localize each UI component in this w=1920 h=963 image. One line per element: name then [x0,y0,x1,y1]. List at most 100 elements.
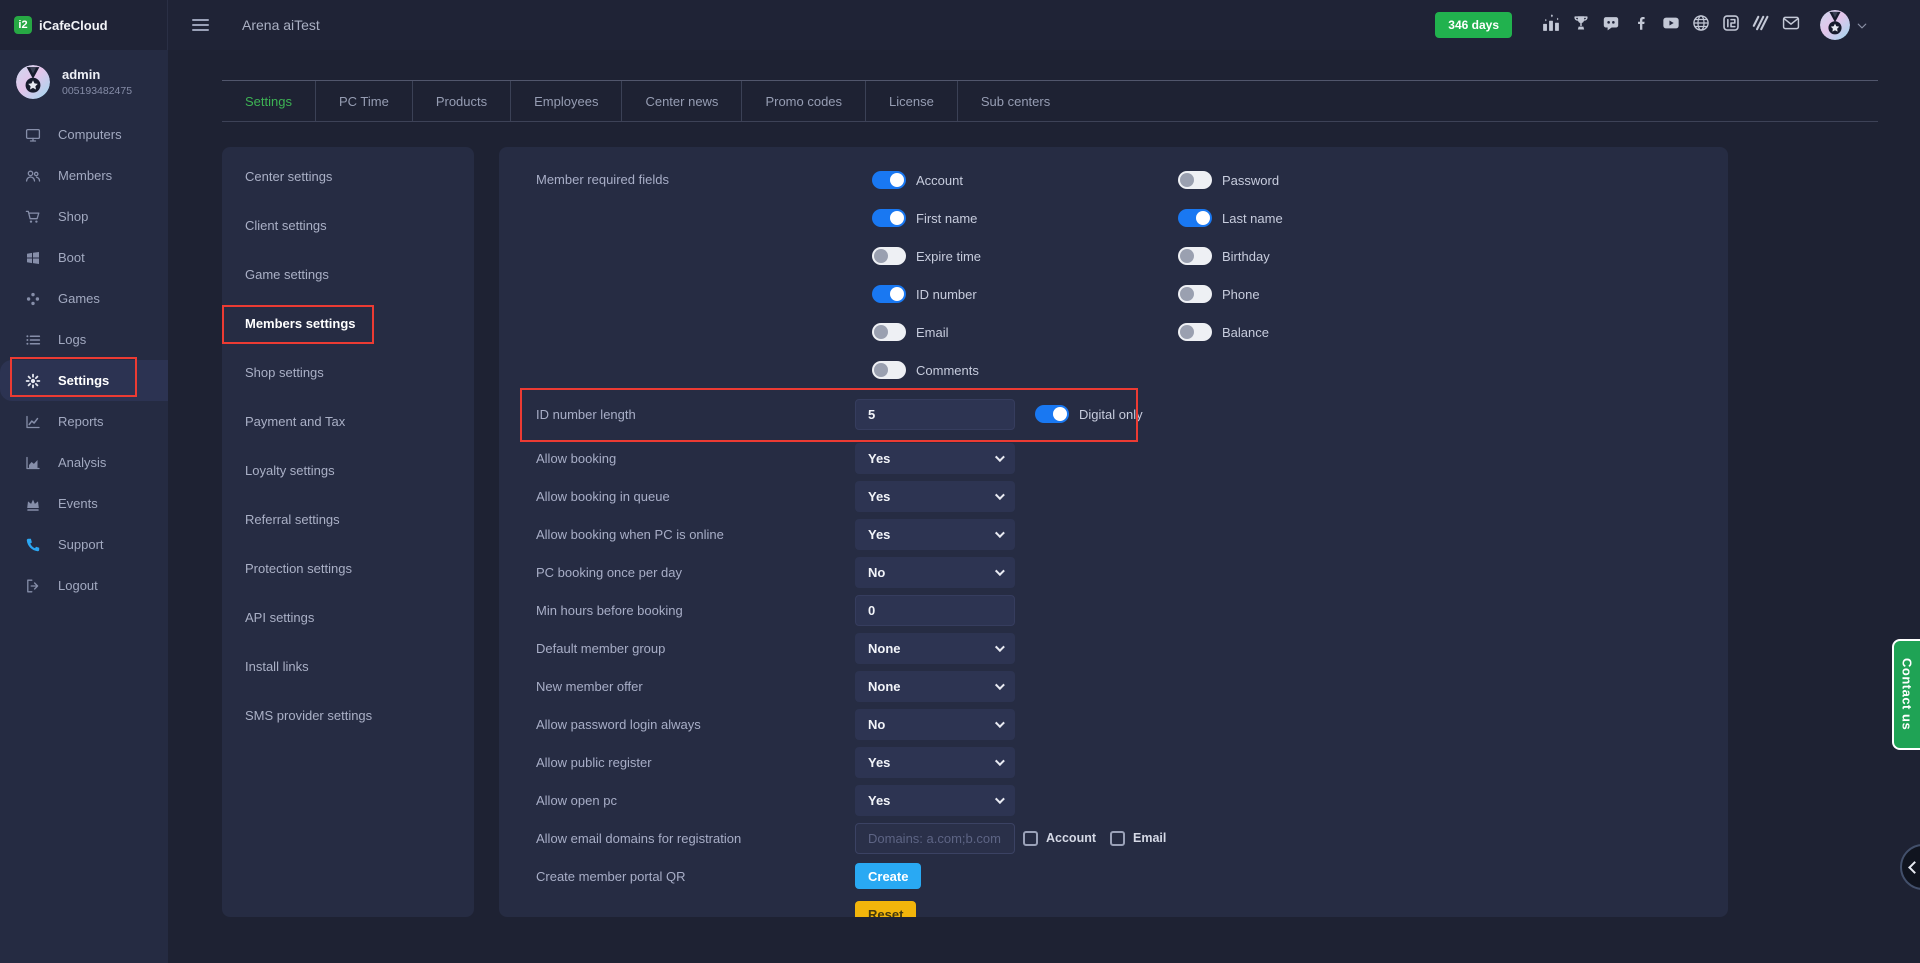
allow-booking-select[interactable]: Yes [855,443,1015,474]
tab-sub-centers[interactable]: Sub centers [957,81,1073,121]
hamburger-menu-icon[interactable] [192,16,209,34]
discord-icon[interactable] [1602,14,1620,32]
allow-password-login-always-select[interactable]: No [855,709,1015,740]
id-number-toggle[interactable] [872,285,906,303]
account-checkbox[interactable] [1023,831,1038,846]
sidebar-item-computers[interactable]: Computers [0,114,168,155]
form-row-create-member-portal-qr: Create member portal QRCreate [536,857,1728,895]
phone-toggle[interactable] [1178,285,1212,303]
sidebar-item-members[interactable]: Members [0,155,168,196]
sidebar-item-events[interactable]: Events [0,483,168,524]
settings-menu-item-sms-provider-settings[interactable]: SMS provider settings [222,691,474,740]
sidebar-item-settings[interactable]: Settings [0,360,168,401]
settings-menu-item-api-settings[interactable]: API settings [222,593,474,642]
expire-time-toggle[interactable] [872,247,906,265]
allow-email-domains-for-registration-input[interactable] [855,823,1015,854]
sidebar-item-label: Analysis [58,455,106,470]
mail-icon[interactable] [1782,14,1800,32]
sidebar-item-logs[interactable]: Logs [0,319,168,360]
youtube-icon[interactable] [1662,14,1680,32]
contact-us-label: Contact us [1900,658,1915,730]
tab-promo-codes[interactable]: Promo codes [741,81,865,121]
line-chart-icon [25,414,41,430]
min-hours-before-booking-input[interactable] [855,595,1015,626]
form-row-allow-email-domains-for-registration: Allow email domains for registration Acc… [536,819,1728,857]
allow-booking-in-queue-select[interactable]: Yes [855,481,1015,512]
allow-booking-when-pc-is-online-select[interactable]: Yes [855,519,1015,550]
form-row-allow-booking: Allow booking Yes [536,439,1728,477]
allow-public-register-select[interactable]: Yes [855,747,1015,778]
checkbox-label: Email [1133,831,1166,845]
balance-toggle[interactable] [1178,323,1212,341]
sidebar-item-boot[interactable]: Boot [0,237,168,278]
settings-menu-item-client-settings[interactable]: Client settings [222,201,474,250]
account-toggle[interactable] [872,171,906,189]
facebook-icon[interactable] [1632,14,1650,32]
collection-icon[interactable] [1752,14,1770,32]
allow-open-pc-select[interactable]: Yes [855,785,1015,816]
settings-menu-item-center-settings[interactable]: Center settings [222,152,474,201]
toggle-label: Expire time [916,249,981,264]
tab-pc-time[interactable]: PC Time [315,81,412,121]
comments-toggle[interactable] [872,361,906,379]
tab-products[interactable]: Products [412,81,510,121]
settings-menu-item-loyalty-settings[interactable]: Loyalty settings [222,446,474,495]
form-row-allow-open-pc: Allow open pc Yes [536,781,1728,819]
trophy-icon[interactable] [1572,14,1590,32]
settings-menu-item-protection-settings[interactable]: Protection settings [222,544,474,593]
sidebar-item-games[interactable]: Games [0,278,168,319]
create-button[interactable]: Create [855,863,921,889]
default-member-group-select[interactable]: None [855,633,1015,664]
logo[interactable]: i2 iCafeCloud [0,0,168,50]
settings-menu-item-install-links[interactable]: Install links [222,642,474,691]
pc-booking-once-per-day-select[interactable]: No [855,557,1015,588]
row-label: Default member group [536,641,855,656]
form-row-allow-booking-when-pc-is-online: Allow booking when PC is online Yes [536,515,1728,553]
cart-icon [25,209,41,225]
settings-menu-item-game-settings[interactable]: Game settings [222,250,474,299]
settings-menu-item-shop-settings[interactable]: Shop settings [222,348,474,397]
last-name-toggle[interactable] [1178,209,1212,227]
digital-only-toggle[interactable] [1035,405,1069,423]
sidebar-item-support[interactable]: Support [0,524,168,565]
topbar: i2 iCafeCloud Arena aiTest 346 days [0,0,1920,50]
sidebar-item-reports[interactable]: Reports [0,401,168,442]
icafecloud-logo-icon: i2 [14,16,32,34]
sidebar-item-label: Events [58,496,98,511]
birthday-toggle[interactable] [1178,247,1212,265]
tab-employees[interactable]: Employees [510,81,621,121]
sidebar-item-analysis[interactable]: Analysis [0,442,168,483]
chevron-down-icon [995,566,1005,576]
globe-icon[interactable] [1692,14,1710,32]
email-toggle[interactable] [872,323,906,341]
sidebar-item-shop[interactable]: Shop [0,196,168,237]
settings-tabstrip: SettingsPC TimeProductsEmployeesCenter n… [222,80,1878,122]
chevron-down-icon[interactable] [1856,19,1868,31]
new-member-offer-select[interactable]: None [855,671,1015,702]
tab-license[interactable]: License [865,81,957,121]
settings-menu-item-referral-settings[interactable]: Referral settings [222,495,474,544]
id-number-length-input[interactable] [855,399,1015,430]
email-checkbox[interactable] [1110,831,1125,846]
user-profile[interactable]: admin 005193482475 [0,50,168,114]
tab-center-news[interactable]: Center news [621,81,741,121]
sidebar-item-label: Computers [58,127,122,142]
reset-button[interactable]: Reset [855,901,916,917]
chevron-down-icon [995,680,1005,690]
first-name-toggle[interactable] [872,209,906,227]
windows-icon [25,250,41,266]
password-toggle[interactable] [1178,171,1212,189]
avatar[interactable] [1820,10,1850,40]
contact-us-tab[interactable]: Contact us [1892,639,1920,750]
members-settings-panel: Member required fields Account First nam… [499,147,1728,917]
form-row-reset: Reset [536,895,1728,917]
license-days-badge[interactable]: 346 days [1435,12,1512,38]
sidebar-item-logout[interactable]: Logout [0,565,168,606]
ranking-icon[interactable] [1542,14,1560,32]
settings-menu-item-members-settings[interactable]: Members settings [222,299,474,348]
row-label: Member required fields [536,161,855,389]
icafecloud-icon[interactable] [1722,14,1740,32]
settings-menu-item-payment-and-tax[interactable]: Payment and Tax [222,397,474,446]
crown-icon [25,496,41,512]
tab-settings[interactable]: Settings [222,81,315,121]
